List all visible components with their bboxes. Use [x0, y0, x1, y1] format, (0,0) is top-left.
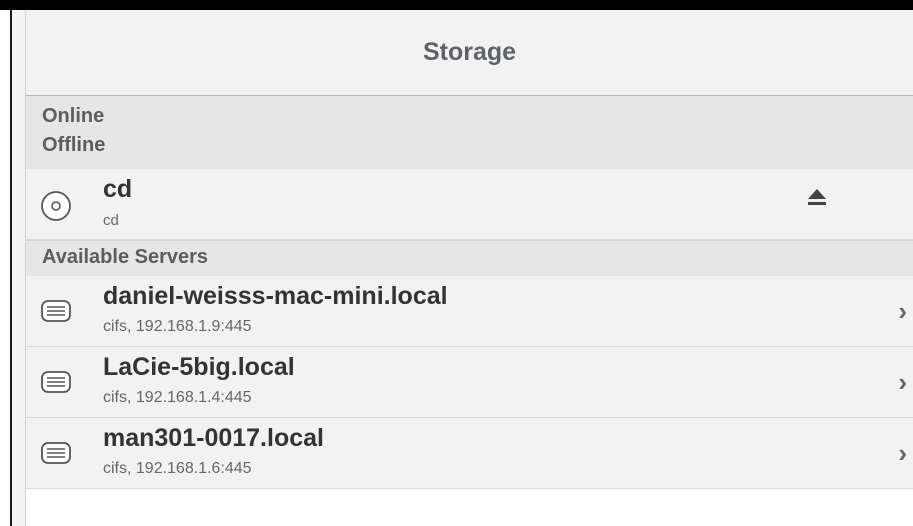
sidebar-edge — [12, 10, 26, 526]
list-item-cd[interactable]: cd cd — [26, 169, 913, 240]
server-icon — [40, 368, 72, 401]
server-name: daniel-weisss-mac-mini.local — [103, 282, 448, 310]
navigation-bar: Storage — [26, 10, 913, 96]
disc-icon — [40, 190, 72, 227]
server-detail: cifs, 192.168.1.4:445 — [103, 389, 252, 406]
list-item-server[interactable]: man301-0017.local cifs, 192.168.1.6:445 … — [26, 418, 913, 489]
server-detail: cifs, 192.168.1.9:445 — [103, 318, 252, 335]
server-detail: cifs, 192.168.1.6:445 — [103, 460, 252, 477]
chevron-right-icon: › — [898, 296, 907, 326]
section-header-offline: Offline — [26, 131, 913, 169]
server-name: man301-0017.local — [103, 424, 324, 452]
server-icon — [40, 439, 72, 472]
drive-subtitle: cd — [103, 212, 119, 229]
server-icon — [40, 297, 72, 330]
drive-name: cd — [103, 175, 133, 203]
chevron-right-icon: › — [898, 438, 907, 468]
list-item-server[interactable]: LaCie-5big.local cifs, 192.168.1.4:445 › — [26, 347, 913, 418]
list-item-server[interactable]: daniel-weisss-mac-mini.local cifs, 192.1… — [26, 276, 913, 347]
status-bar — [0, 0, 913, 10]
section-header-available-servers: Available Servers — [26, 240, 913, 276]
section-header-online: Online — [26, 96, 913, 131]
page-title: Storage — [422, 38, 517, 66]
eject-icon[interactable] — [806, 187, 828, 214]
storage-panel: Storage Online Offline cd cd Available S… — [26, 10, 913, 526]
chevron-right-icon: › — [898, 367, 907, 397]
server-name: LaCie-5big.local — [103, 353, 295, 381]
window-frame — [0, 10, 12, 526]
